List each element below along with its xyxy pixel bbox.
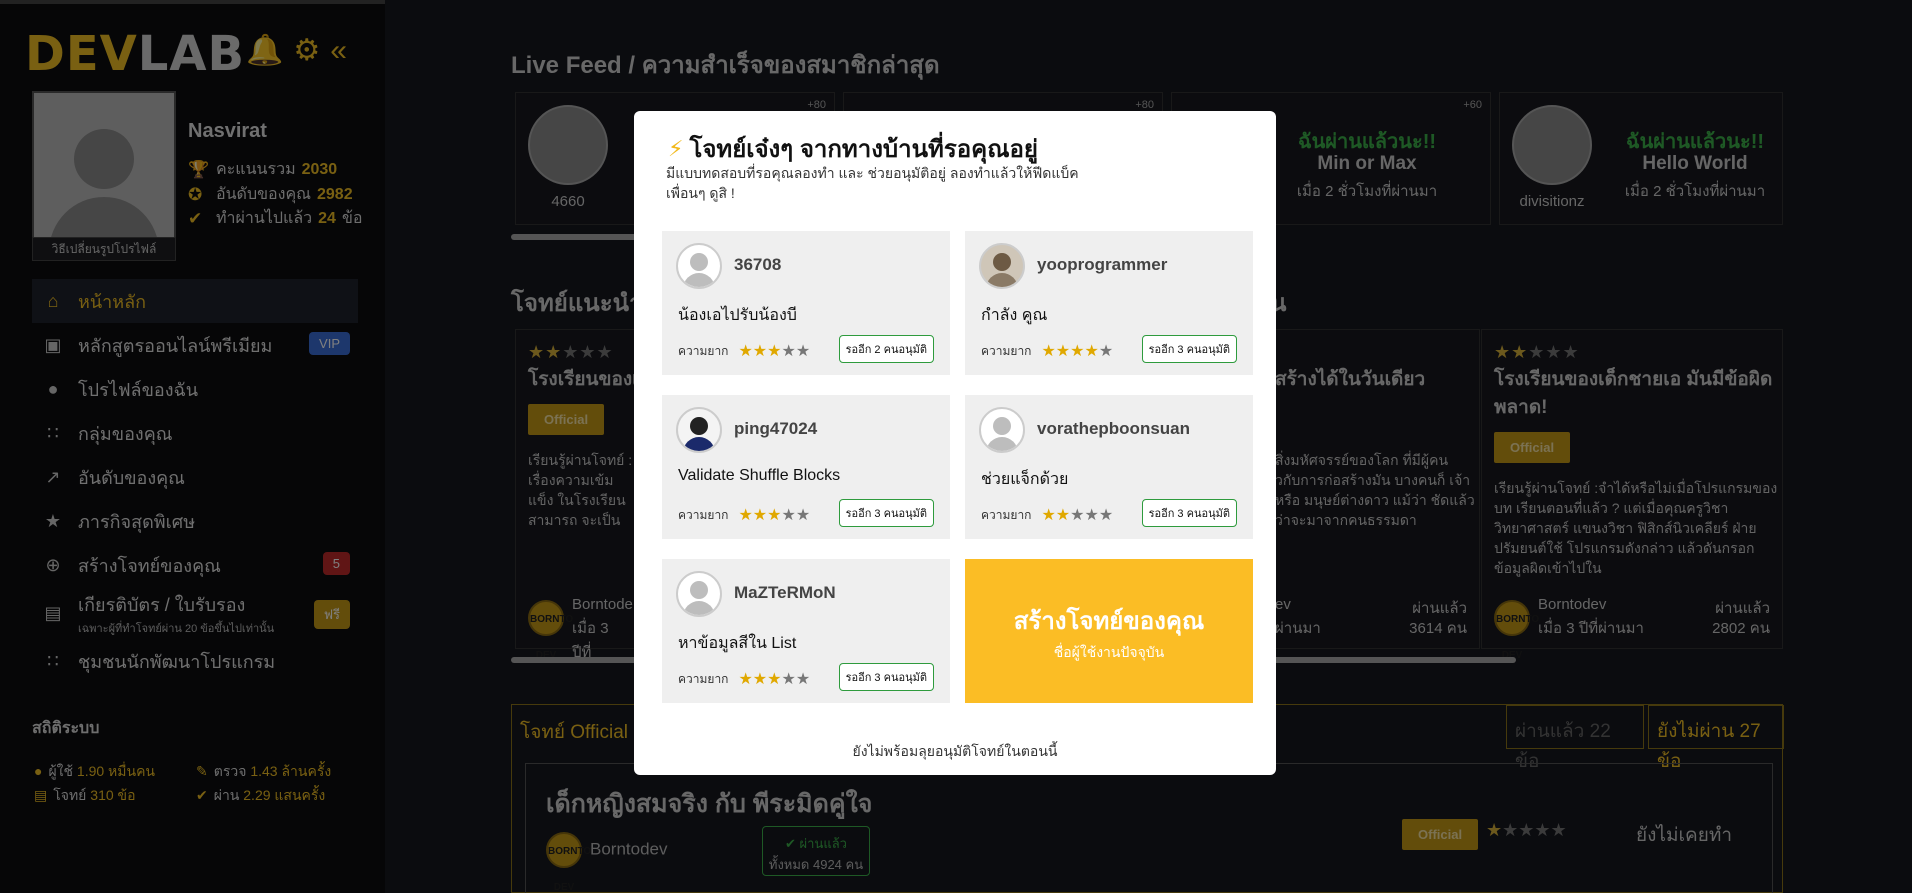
- challenge-card[interactable]: vorathepboonsuan ช่วยแจ็กด้วย ความยาก ★★…: [965, 395, 1253, 539]
- difficulty: ความยาก ★★★★★: [678, 671, 811, 688]
- challenge-title: Validate Shuffle Blocks: [678, 467, 841, 484]
- challenge-author: ping47024: [734, 419, 818, 438]
- avatar: [979, 243, 1025, 289]
- difficulty: ความยาก ★★★★★: [981, 507, 1114, 524]
- challenge-title: น้องเอไปรับน้องบี: [678, 307, 797, 324]
- modal-subtitle: มีแบบทดสอบที่รอคุณลองทำ และ ช่วยอนุมัติอ…: [666, 165, 1079, 201]
- lightning-icon: ⚡: [668, 135, 684, 161]
- challenge-title: ช่วยแจ็กด้วย: [981, 471, 1069, 488]
- approval-pending-badge: รออีก 2 คนอนุมัติ: [838, 335, 934, 363]
- avatar: [676, 571, 722, 617]
- challenge-title: หาข้อมูลสีใน List: [678, 635, 797, 652]
- difficulty-stars: ★★★★★: [738, 671, 811, 688]
- challenge-card[interactable]: yooprogrammer กำลัง คูณ ความยาก ★★★★★ รอ…: [965, 231, 1253, 375]
- approval-pending-badge: รออีก 3 คนอนุมัติ: [1141, 335, 1237, 363]
- pending-challenges-modal: ⚡ โจทย์เจ๋งๆ จากทางบ้านที่รอคุณอยู่ มีแบ…: [634, 111, 1276, 775]
- avatar: [979, 407, 1025, 453]
- challenge-author: MaZTeRMoN: [734, 583, 836, 602]
- challenge-card[interactable]: MaZTeRMoN หาข้อมูลสีใน List ความยาก ★★★★…: [662, 559, 950, 703]
- avatar: [676, 243, 722, 289]
- challenge-title: กำลัง คูณ: [981, 307, 1048, 324]
- challenge-author: 36708: [734, 255, 782, 274]
- difficulty-stars: ★★★★★: [738, 343, 811, 360]
- challenge-author: yooprogrammer: [1037, 255, 1168, 274]
- challenge-card[interactable]: ping47024 Validate Shuffle Blocks ความยา…: [662, 395, 950, 539]
- approval-pending-badge: รออีก 3 คนอนุมัติ: [838, 499, 934, 527]
- dismiss-link[interactable]: ยังไม่พร้อมลุยอนุมัติโจทย์ในตอนนี้: [634, 741, 1276, 763]
- difficulty-stars: ★★★★★: [1041, 343, 1114, 360]
- difficulty-stars: ★★★★★: [738, 507, 811, 524]
- create-problem-button[interactable]: สร้างโจทย์ของคุณ ชื่อผู้ใช้งานปัจจุบัน: [965, 559, 1253, 703]
- difficulty: ความยาก ★★★★★: [678, 343, 811, 360]
- difficulty-stars: ★★★★★: [1041, 507, 1114, 524]
- approval-pending-badge: รออีก 3 คนอนุมัติ: [1141, 499, 1237, 527]
- difficulty: ความยาก ★★★★★: [981, 343, 1114, 360]
- challenge-author: vorathepboonsuan: [1037, 419, 1191, 438]
- create-problem-label: สร้างโจทย์ของคุณ: [1013, 608, 1205, 635]
- avatar: [676, 407, 722, 453]
- challenge-card[interactable]: 36708 น้องเอไปรับน้องบี ความยาก ★★★★★ รอ…: [662, 231, 950, 375]
- difficulty: ความยาก ★★★★★: [678, 507, 811, 524]
- create-problem-sub: ชื่อผู้ใช้งานปัจจุบัน: [1053, 644, 1165, 660]
- approval-pending-badge: รออีก 3 คนอนุมัติ: [838, 663, 934, 691]
